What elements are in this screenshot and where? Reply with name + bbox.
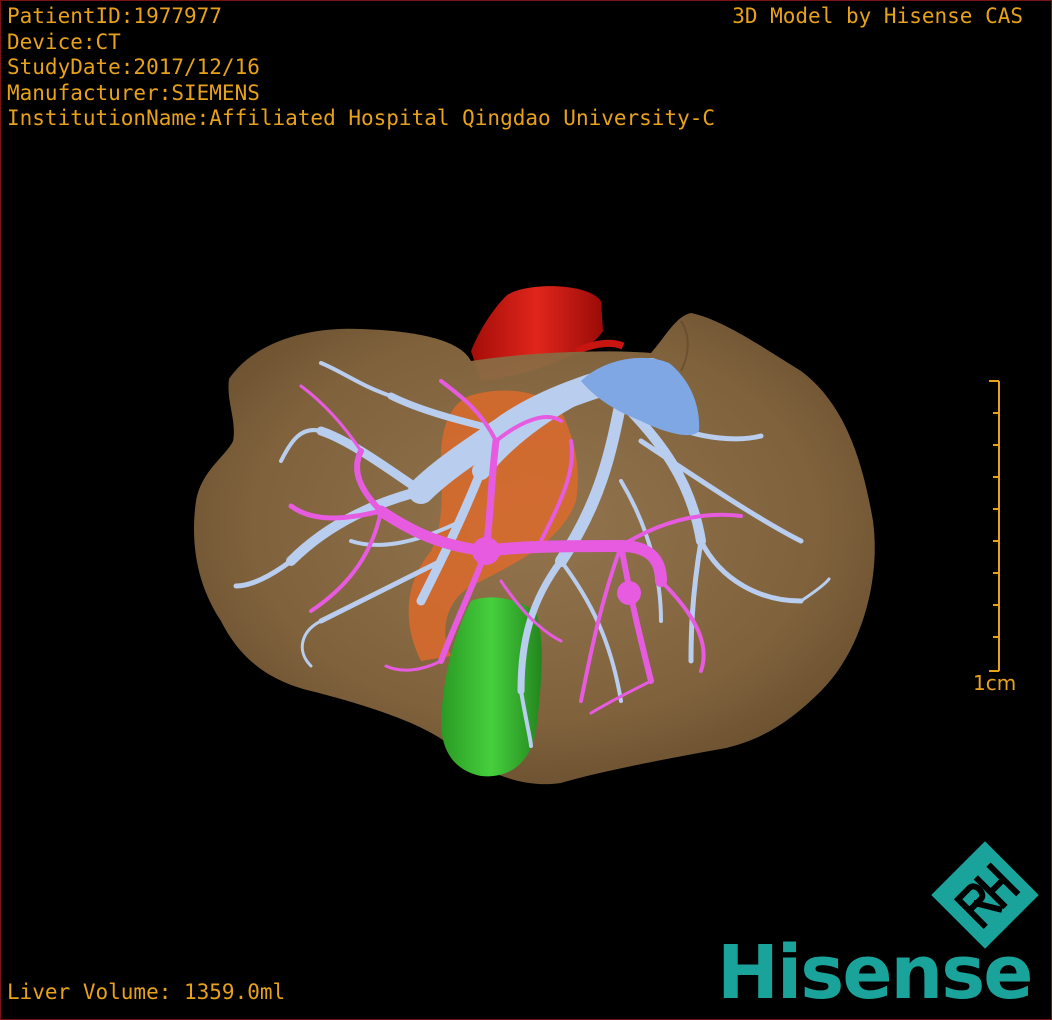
vessel-junction bbox=[472, 537, 500, 565]
patient-id: PatientID:1977977 bbox=[7, 4, 222, 28]
3d-viewport[interactable]: PatientID:1977977 Device:CT StudyDate:20… bbox=[0, 0, 1052, 1020]
institution-name: InstitutionName:Affiliated Hospital Qing… bbox=[7, 106, 716, 130]
liver-3d-model[interactable] bbox=[1, 1, 1051, 1019]
liver-volume: Liver Volume: 1359.0ml bbox=[7, 979, 286, 1004]
vessel-junction bbox=[617, 581, 641, 605]
device: Device:CT bbox=[7, 29, 121, 54]
scale-label: 1cm bbox=[973, 671, 1017, 695]
study-date: StudyDate:2017/12/16 bbox=[7, 55, 260, 79]
model-credit: 3D Model by Hisense CAS bbox=[732, 4, 1023, 28]
scale-bar bbox=[989, 380, 1000, 672]
dicom-metadata: PatientID:1977977 Device:CT StudyDate:20… bbox=[7, 4, 715, 132]
manufacturer: Manufacturer:SIEMENS bbox=[7, 80, 260, 105]
hisense-logo: Hisense bbox=[717, 930, 1033, 1016]
